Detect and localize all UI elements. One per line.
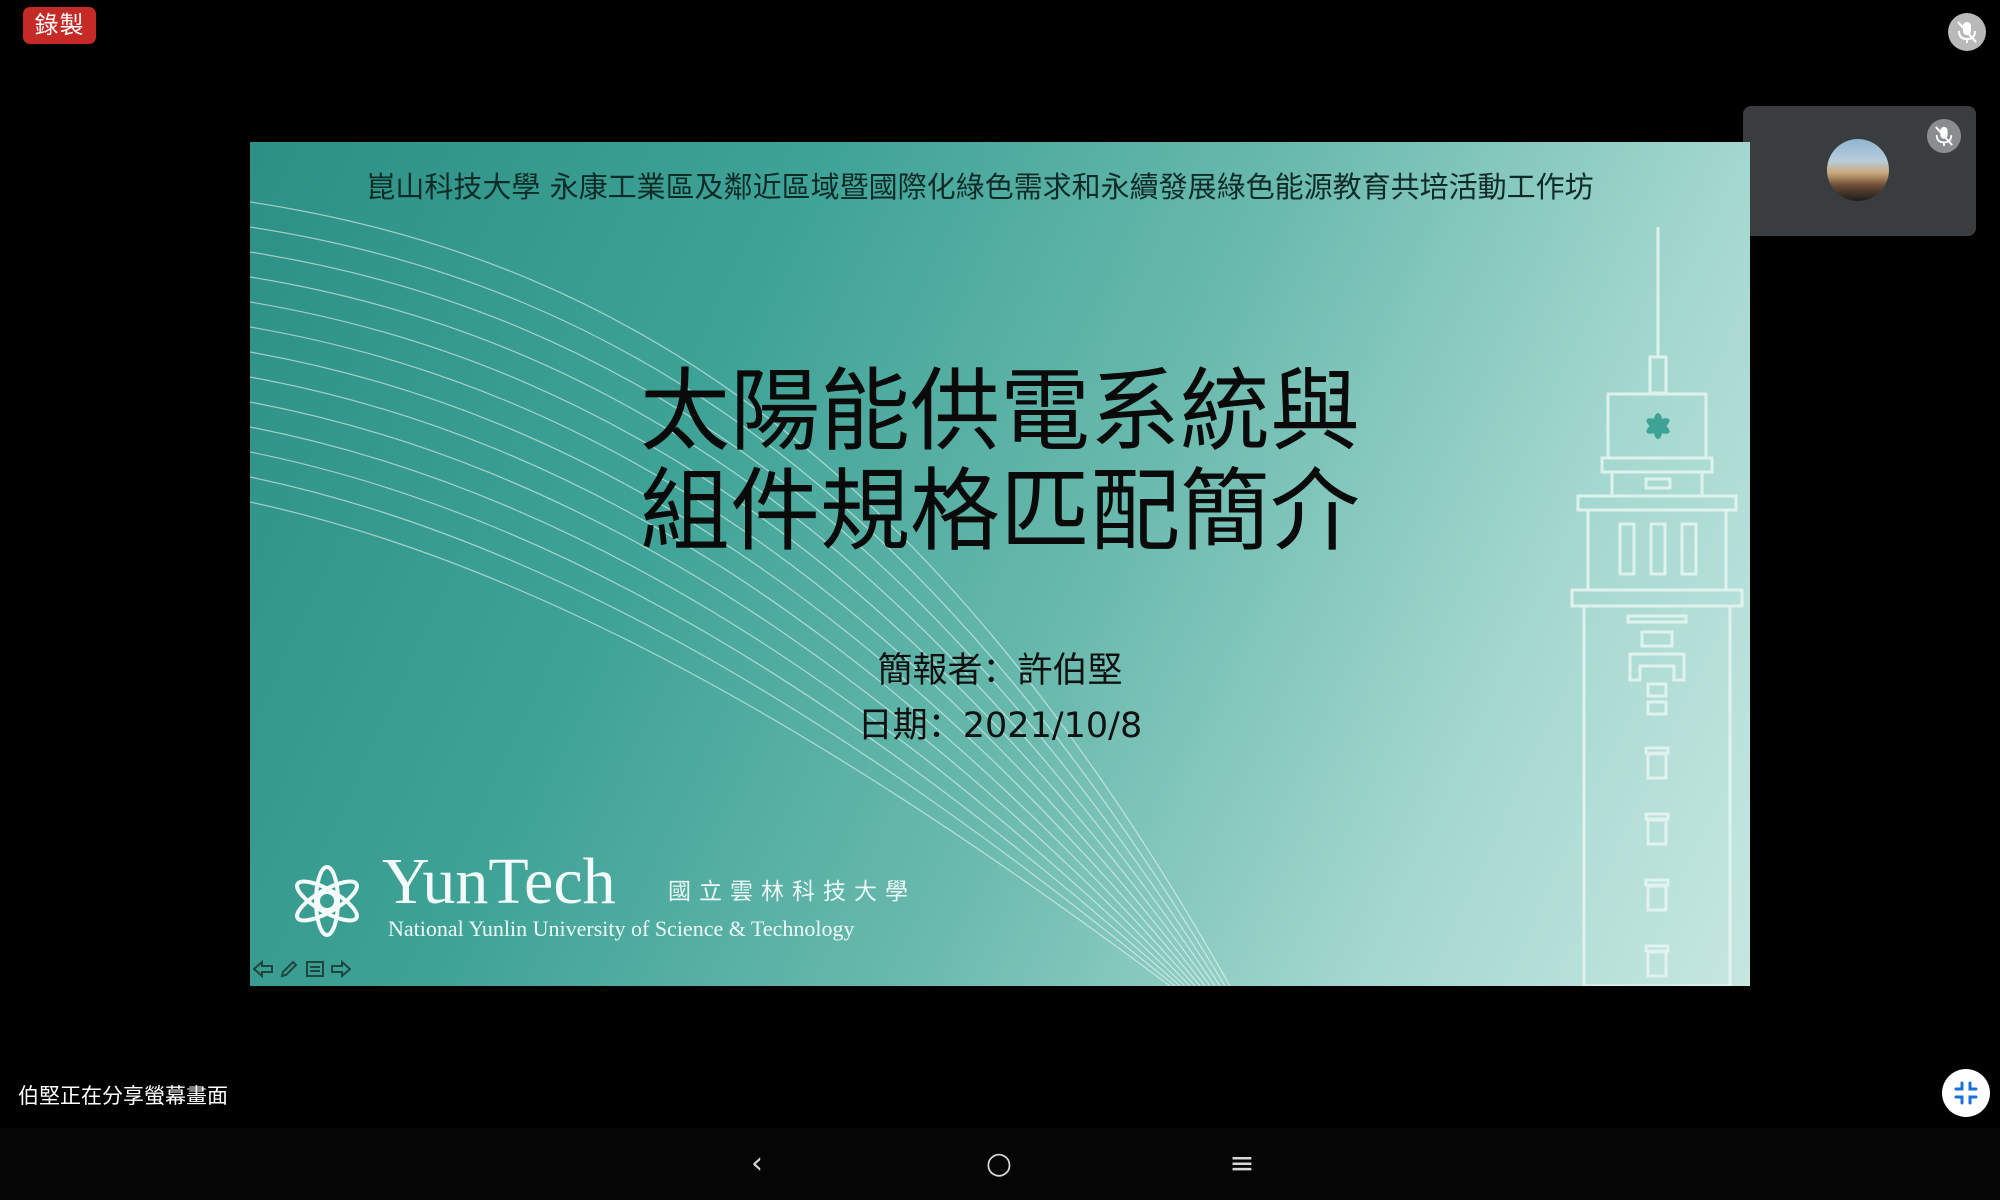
mute-mic-icon[interactable] bbox=[1948, 13, 1986, 51]
recents-icon: ≡ bbox=[1229, 1145, 1255, 1181]
yuntech-logo: YunTech 國立雲林科技大學 National Yunlin Univers… bbox=[284, 845, 934, 964]
arrow-right-icon[interactable] bbox=[330, 959, 352, 980]
participant-tile[interactable] bbox=[1743, 106, 1976, 236]
recents-button[interactable]: ≡ bbox=[1212, 1138, 1272, 1188]
slide-presenter: 簡報者：許伯堅 bbox=[877, 651, 1123, 691]
participant-avatar bbox=[1827, 139, 1889, 201]
home-icon: ○ bbox=[985, 1145, 1013, 1181]
slide-title-line2: 組件規格匹配簡介 bbox=[640, 459, 1360, 564]
pen-icon[interactable] bbox=[278, 960, 300, 980]
slide-title-line1: 太陽能供電系統與 bbox=[640, 359, 1360, 464]
arrow-left-icon[interactable] bbox=[252, 959, 274, 980]
back-icon: ‹ bbox=[751, 1145, 763, 1181]
shared-screen-slide: 崑山科技大學 永康工業區及鄰近區域暨國際化綠色需求和永續發展綠色能源教育共培活動… bbox=[250, 142, 1750, 986]
logo-wordmark: YunTech bbox=[382, 845, 616, 918]
participant-muted-mic-icon bbox=[1927, 119, 1961, 153]
slide-date: 日期：2021/10/8 bbox=[857, 706, 1143, 746]
slide-title: 太陽能供電系統與 組件規格匹配簡介 bbox=[250, 362, 1750, 562]
logo-english-name: National Yunlin University of Science & … bbox=[388, 916, 855, 941]
screen-share-status: 伯堅正在分享螢幕畫面 bbox=[18, 1084, 228, 1108]
back-button[interactable]: ‹ bbox=[727, 1138, 787, 1188]
recording-badge: 錄製 bbox=[23, 7, 96, 44]
android-navigation-bar: ‹ ○ ≡ bbox=[0, 1128, 2000, 1200]
menu-icon[interactable] bbox=[304, 960, 326, 980]
logo-chinese-name: 國立雲林科技大學 bbox=[668, 879, 916, 905]
slide-nav-controls bbox=[252, 959, 352, 980]
yuntech-emblem-icon bbox=[295, 865, 359, 937]
collapse-icon bbox=[1954, 1081, 1978, 1105]
home-button[interactable]: ○ bbox=[969, 1138, 1029, 1188]
slide-header: 崑山科技大學 永康工業區及鄰近區域暨國際化綠色需求和永續發展綠色能源教育共培活動… bbox=[366, 170, 1594, 204]
exit-fullscreen-button[interactable] bbox=[1942, 1069, 1990, 1117]
